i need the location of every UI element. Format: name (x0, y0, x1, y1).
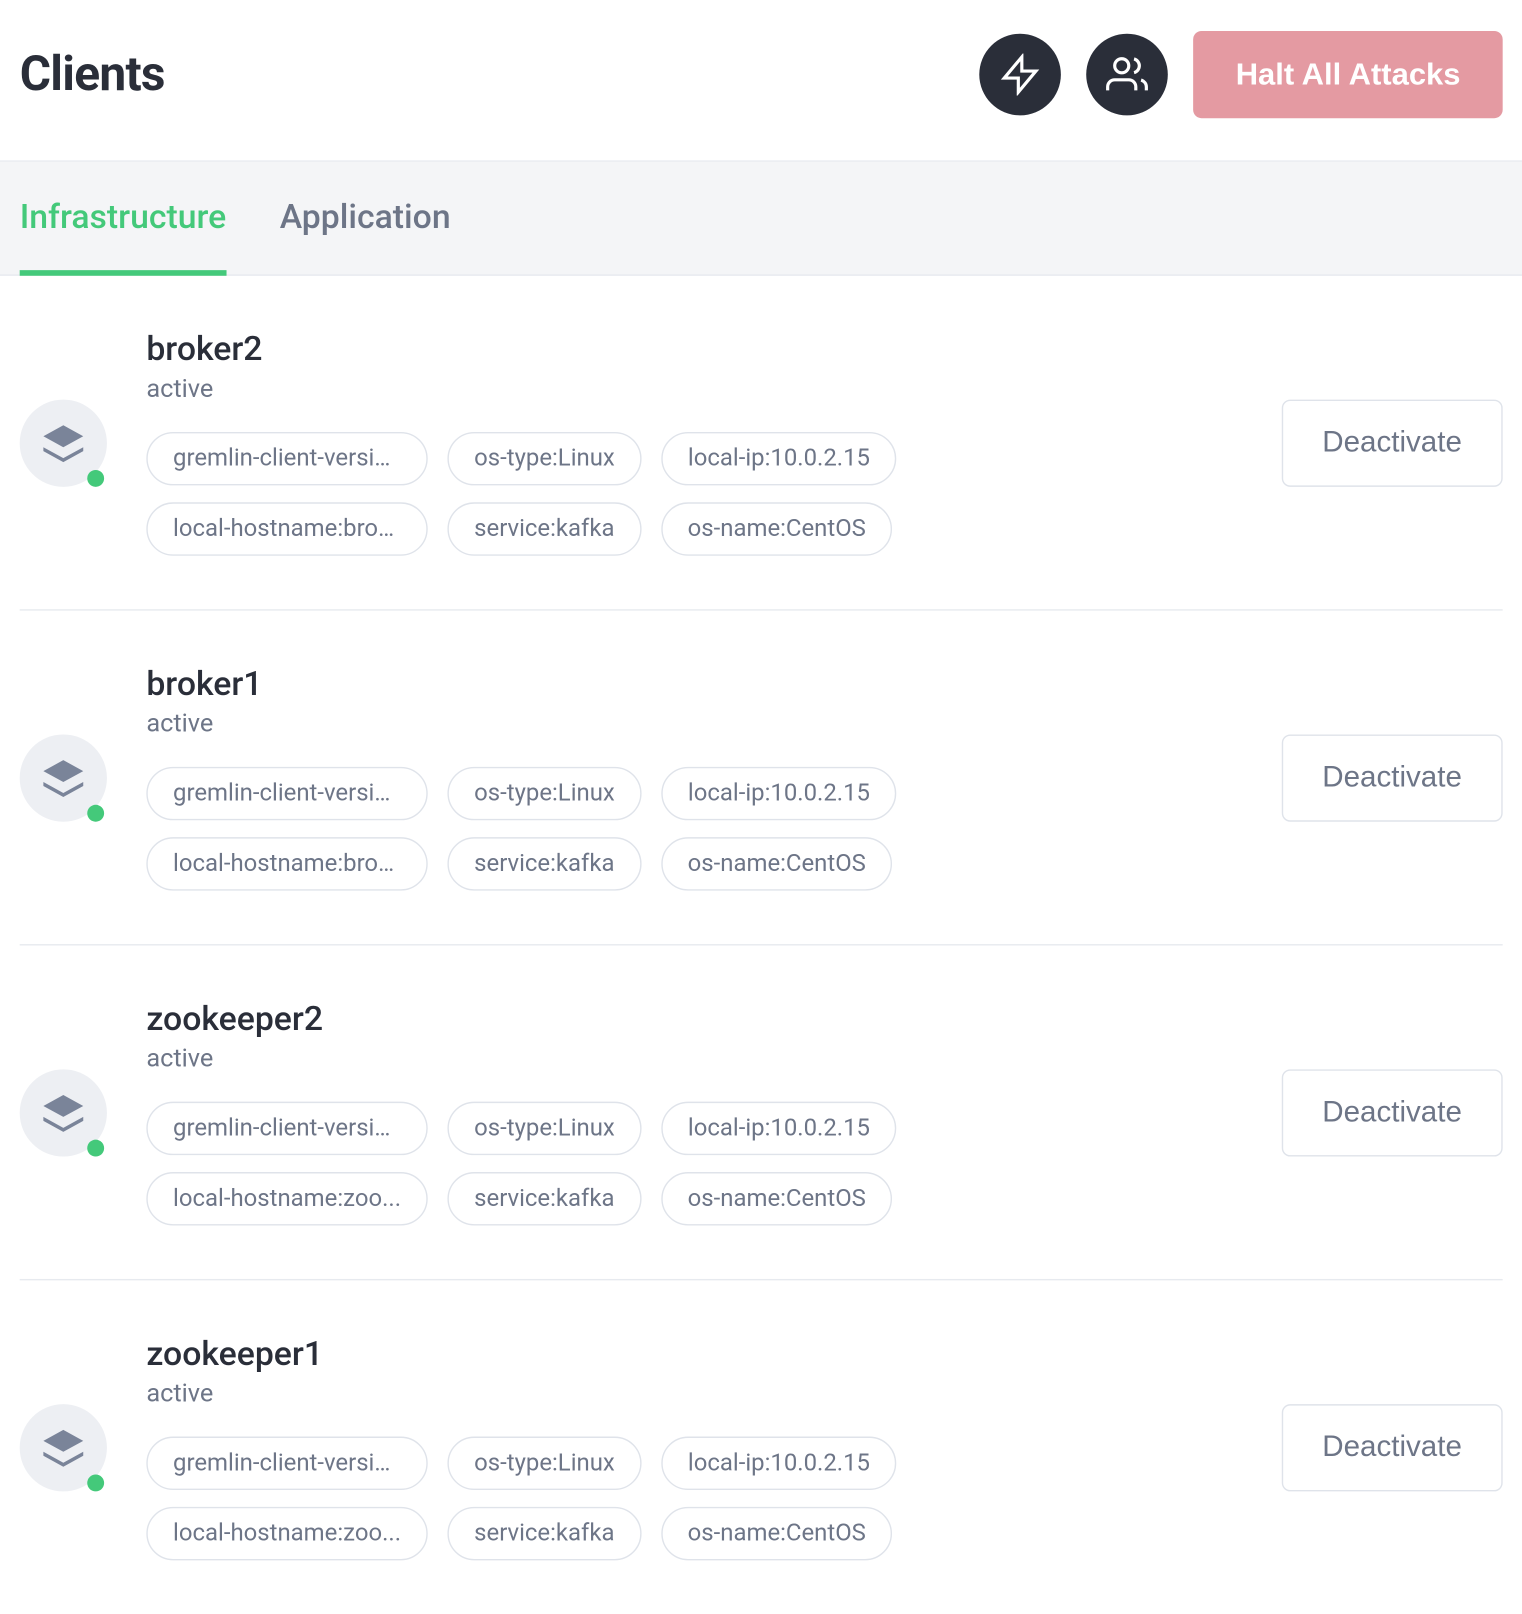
users-button[interactable] (1087, 34, 1169, 116)
client-tag[interactable]: os-name:CentOS (661, 1172, 893, 1225)
client-tag[interactable]: service:kafka (447, 1172, 641, 1225)
status-indicator-active (87, 1474, 104, 1491)
client-tag[interactable]: os-type:Linux (447, 1437, 641, 1490)
client-status: active (146, 709, 1242, 739)
client-row: broker1 active gremlin-client-versio... … (20, 611, 1503, 946)
tag-row: gremlin-client-versio... os-type:Linux l… (146, 1102, 1242, 1155)
client-tag[interactable]: gremlin-client-versio... (146, 432, 427, 485)
client-list: broker2 active gremlin-client-versio... … (0, 276, 1522, 1614)
layers-icon (39, 753, 87, 801)
tag-row: local-hostname:zoo... service:kafka os-n… (146, 1507, 1242, 1560)
client-tag[interactable]: local-hostname:brok... (146, 837, 427, 890)
status-indicator-active (87, 469, 104, 486)
client-tag[interactable]: local-ip:10.0.2.15 (661, 432, 897, 485)
client-avatar (20, 1069, 107, 1156)
client-tag[interactable]: local-ip:10.0.2.15 (661, 1437, 897, 1490)
tag-row: gremlin-client-versio... os-type:Linux l… (146, 1437, 1242, 1490)
client-info: broker1 active gremlin-client-versio... … (146, 664, 1242, 891)
attacks-button[interactable] (980, 34, 1062, 116)
client-row: zookeeper1 active gremlin-client-versio.… (20, 1280, 1503, 1613)
tag-row: gremlin-client-versio... os-type:Linux l… (146, 432, 1242, 485)
client-info: zookeeper1 active gremlin-client-versio.… (146, 1334, 1242, 1561)
layers-icon (39, 419, 87, 467)
client-tag[interactable]: os-type:Linux (447, 767, 641, 820)
deactivate-button[interactable]: Deactivate (1281, 734, 1502, 821)
client-status: active (146, 1379, 1242, 1409)
tag-row: local-hostname:zoo... service:kafka os-n… (146, 1172, 1242, 1225)
deactivate-button[interactable]: Deactivate (1281, 1403, 1502, 1490)
client-avatar (20, 734, 107, 821)
client-tag[interactable]: os-type:Linux (447, 1102, 641, 1155)
client-tag[interactable]: local-hostname:zoo... (146, 1507, 427, 1560)
tab-infrastructure[interactable]: Infrastructure (20, 197, 227, 276)
client-tag[interactable]: os-type:Linux (447, 432, 641, 485)
status-indicator-active (87, 1139, 104, 1156)
page-header: Clients Halt All Attacks (0, 0, 1522, 162)
client-tag[interactable]: gremlin-client-versio... (146, 767, 427, 820)
client-name: zookeeper1 (146, 1334, 1242, 1373)
client-tag[interactable]: gremlin-client-versio... (146, 1437, 427, 1490)
client-tag[interactable]: service:kafka (447, 1507, 641, 1560)
header-actions: Halt All Attacks (980, 31, 1503, 118)
client-row: broker2 active gremlin-client-versio... … (20, 276, 1503, 611)
client-tag[interactable]: local-ip:10.0.2.15 (661, 1102, 897, 1155)
client-status: active (146, 1044, 1242, 1074)
layers-icon (39, 1088, 87, 1136)
users-icon (1106, 53, 1148, 95)
client-tag[interactable]: service:kafka (447, 837, 641, 890)
client-tag[interactable]: os-name:CentOS (661, 1507, 893, 1560)
halt-all-attacks-button[interactable]: Halt All Attacks (1193, 31, 1502, 118)
client-tag[interactable]: service:kafka (447, 502, 641, 555)
client-tag[interactable]: local-hostname:brok... (146, 502, 427, 555)
client-status: active (146, 374, 1242, 404)
deactivate-button[interactable]: Deactivate (1281, 399, 1502, 486)
client-name: broker2 (146, 329, 1242, 368)
tag-row: gremlin-client-versio... os-type:Linux l… (146, 767, 1242, 820)
deactivate-button[interactable]: Deactivate (1281, 1069, 1502, 1156)
client-tag[interactable]: local-ip:10.0.2.15 (661, 767, 897, 820)
tabs-container: Infrastructure Application (0, 162, 1522, 276)
tag-row: local-hostname:brok... service:kafka os-… (146, 837, 1242, 890)
tab-application[interactable]: Application (280, 197, 451, 276)
client-tag[interactable]: os-name:CentOS (661, 502, 893, 555)
client-info: zookeeper2 active gremlin-client-versio.… (146, 999, 1242, 1226)
client-name: broker1 (146, 664, 1242, 703)
tag-row: local-hostname:brok... service:kafka os-… (146, 502, 1242, 555)
layers-icon (39, 1423, 87, 1471)
lightning-icon (999, 53, 1041, 95)
client-avatar (20, 1403, 107, 1490)
client-info: broker2 active gremlin-client-versio... … (146, 329, 1242, 556)
client-tag[interactable]: os-name:CentOS (661, 837, 893, 890)
client-tag[interactable]: gremlin-client-versio... (146, 1102, 427, 1155)
client-name: zookeeper2 (146, 999, 1242, 1038)
client-row: zookeeper2 active gremlin-client-versio.… (20, 946, 1503, 1281)
client-tag[interactable]: local-hostname:zoo... (146, 1172, 427, 1225)
client-avatar (20, 399, 107, 486)
status-indicator-active (87, 804, 104, 821)
page-title: Clients (20, 46, 165, 102)
